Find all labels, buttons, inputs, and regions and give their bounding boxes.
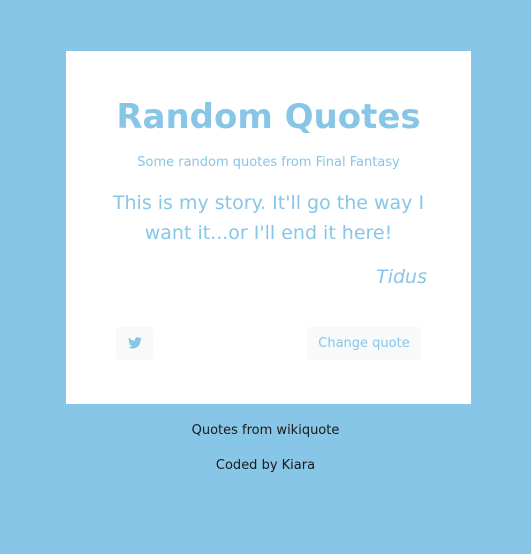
page-subtitle: Some random quotes from Final Fantasy <box>137 155 400 170</box>
change-quote-button[interactable]: Change quote <box>307 327 421 360</box>
footer-credit: Coded by Kiara <box>215 458 316 473</box>
footer-source: Quotes from wikiquote <box>191 423 340 438</box>
quote-card: Random Quotes Some random quotes from Fi… <box>66 51 471 404</box>
page-title: Random Quotes <box>116 97 421 137</box>
twitter-icon <box>127 334 142 353</box>
quote-author: Tidus <box>376 266 427 288</box>
tweet-button[interactable] <box>116 327 153 360</box>
quote-text: This is my story. It'll go the way I wan… <box>112 192 425 244</box>
